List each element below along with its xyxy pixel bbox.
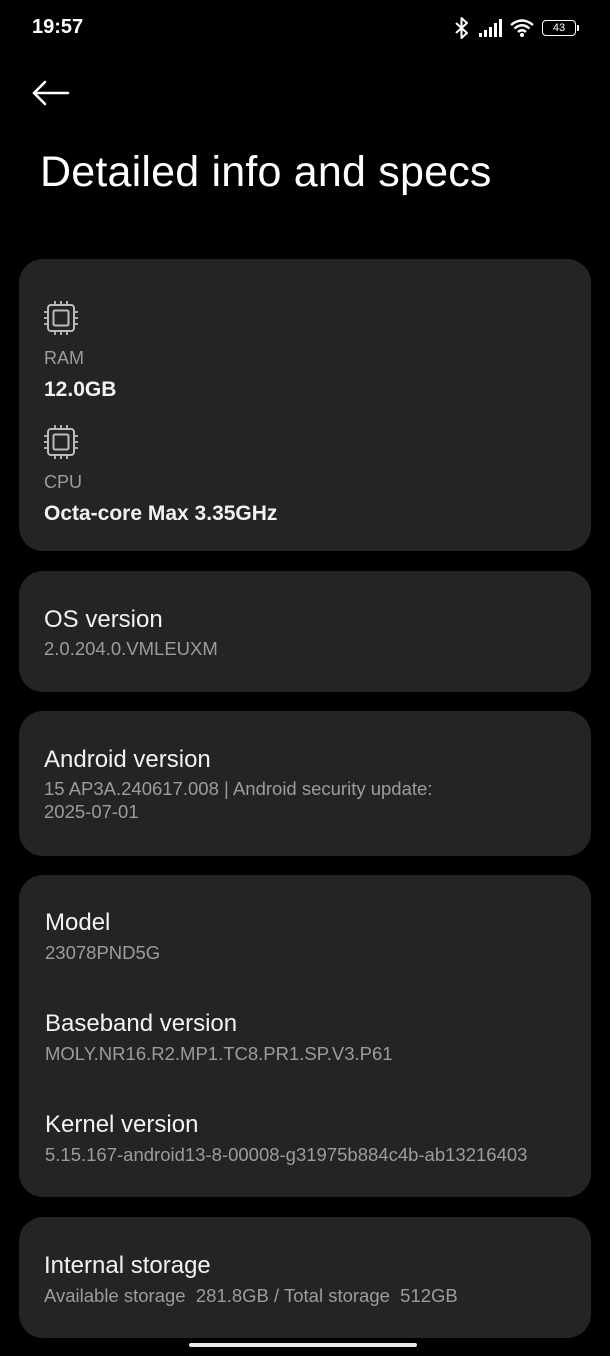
signal-icon: [478, 19, 502, 37]
os-version-value: 2.0.204.0.VMLEUXM: [44, 638, 218, 659]
status-bar: 19:57 43: [0, 0, 610, 56]
baseband-value: MOLY.NR16.R2.MP1.TC8.PR1.SP.V3.P61: [45, 1043, 393, 1064]
back-button[interactable]: [32, 70, 92, 120]
internal-storage-card[interactable]: Internal storage Available storage 281.8…: [19, 1217, 591, 1338]
android-version-line1: 15 AP3A.240617.008 | Android security up…: [44, 778, 433, 799]
ram-label: RAM: [44, 348, 84, 368]
home-indicator[interactable]: [189, 1343, 417, 1347]
storage-value: Available storage 281.8GB / Total storag…: [44, 1285, 458, 1306]
arrow-left-icon: [32, 80, 70, 111]
chip-icon: [44, 425, 78, 459]
os-version-card[interactable]: OS version 2.0.204.0.VMLEUXM: [19, 571, 591, 692]
status-time: 19:57: [32, 16, 84, 38]
specs-card: RAM 12.0GB CPU Octa-core Max 3.35GHz: [19, 259, 591, 551]
ram-value: 12.0GB: [44, 378, 117, 401]
battery-level: 43: [552, 21, 566, 34]
storage-title: Internal storage: [44, 1252, 211, 1279]
model-title: Model: [45, 909, 111, 936]
wifi-icon: [510, 19, 534, 37]
android-version-card[interactable]: Android version 15 AP3A.240617.008 | And…: [19, 711, 591, 856]
kernel-value: 5.15.167-android13-8-00008-g31975b884c4b…: [45, 1144, 528, 1165]
cpu-label: CPU: [44, 472, 83, 492]
battery-icon: 43: [542, 20, 579, 36]
android-version-title: Android version: [44, 746, 211, 773]
kernel-title: Kernel version: [45, 1111, 199, 1138]
model-value: 23078PND5G: [45, 942, 161, 963]
cpu-value: Octa-core Max 3.35GHz: [44, 502, 278, 525]
device-info-card: Model 23078PND5G Baseband version MOLY.N…: [19, 875, 591, 1197]
bluetooth-icon: [454, 17, 470, 39]
baseband-title: Baseband version: [45, 1010, 238, 1037]
chip-icon: [44, 301, 78, 335]
android-version-line2: 2025-07-01: [44, 801, 139, 822]
page-title: Detailed info and specs: [40, 148, 492, 196]
os-version-title: OS version: [44, 606, 163, 633]
android-version-value: 15 AP3A.240617.008 | Android security up…: [44, 777, 561, 823]
status-icons: 43: [454, 15, 579, 41]
